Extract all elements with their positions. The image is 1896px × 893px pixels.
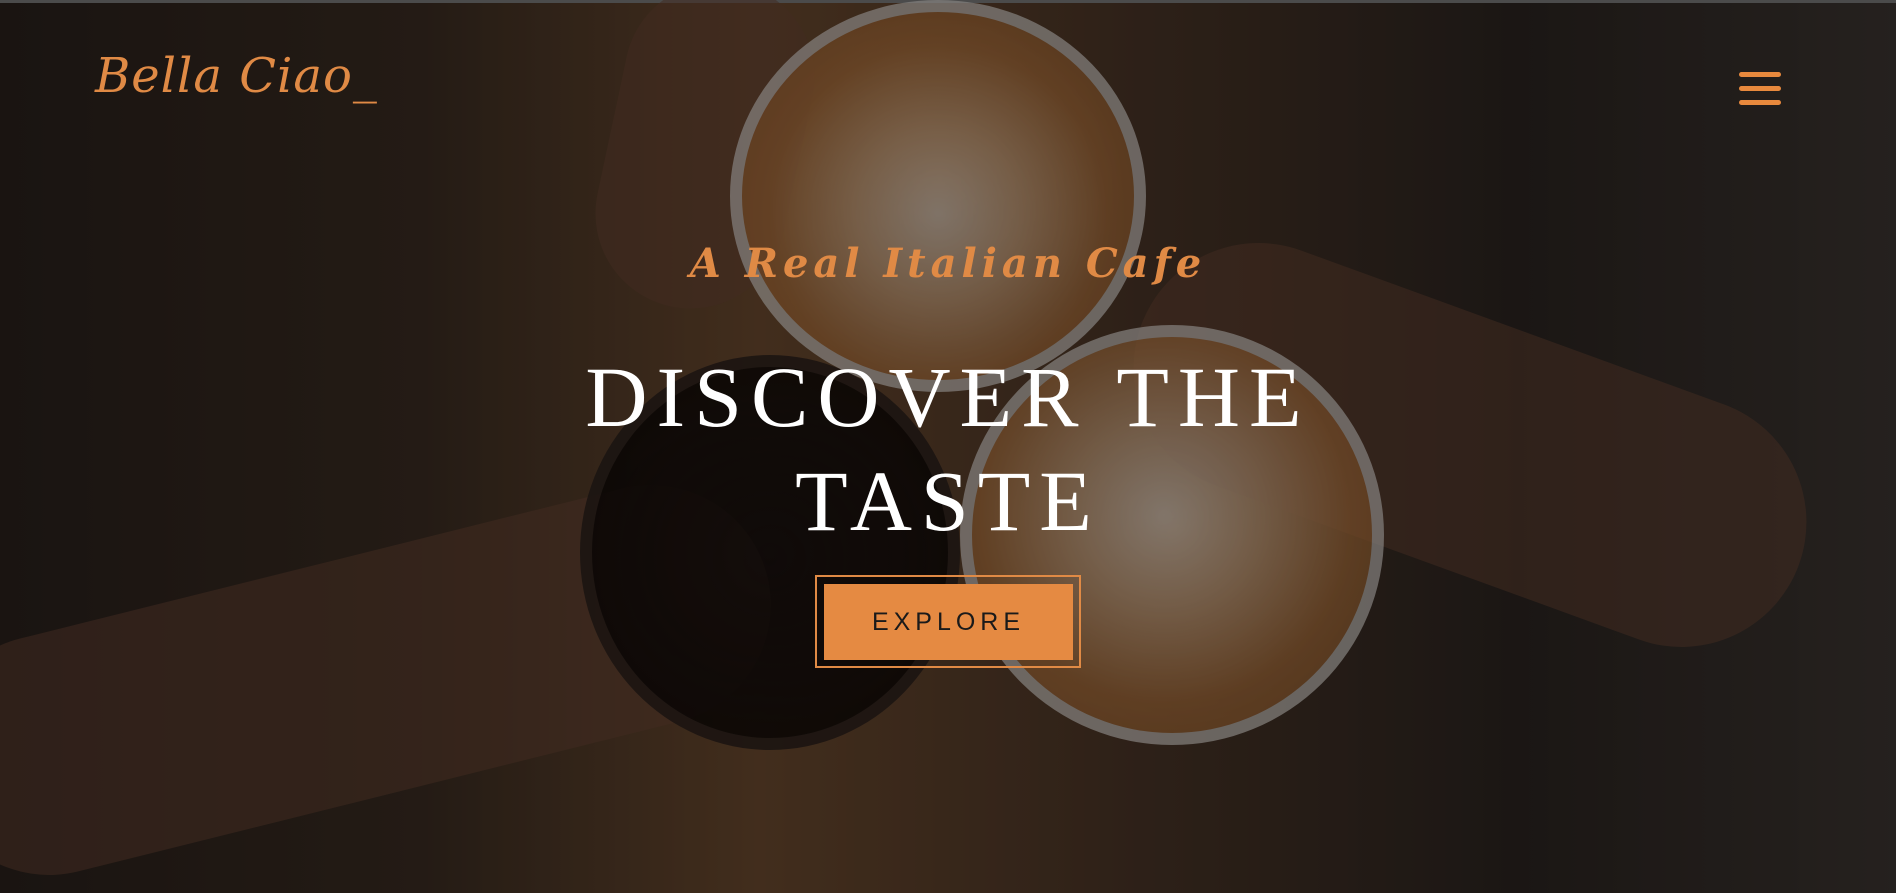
hero-section: Bella Ciao_ A Real Italian Cafe DISCOVER… [0, 0, 1896, 893]
hero-tagline: A Real Italian Cafe [689, 240, 1207, 287]
site-logo[interactable]: Bella Ciao_ [95, 48, 378, 104]
menu-bar-bottom [1739, 100, 1781, 105]
menu-bar-top [1739, 72, 1781, 77]
hero-headline: DISCOVER THE TASTE [585, 349, 1311, 549]
hamburger-menu-icon[interactable] [1735, 70, 1785, 114]
explore-button[interactable]: EXPLORE [824, 584, 1073, 660]
menu-bar-middle [1739, 86, 1781, 91]
